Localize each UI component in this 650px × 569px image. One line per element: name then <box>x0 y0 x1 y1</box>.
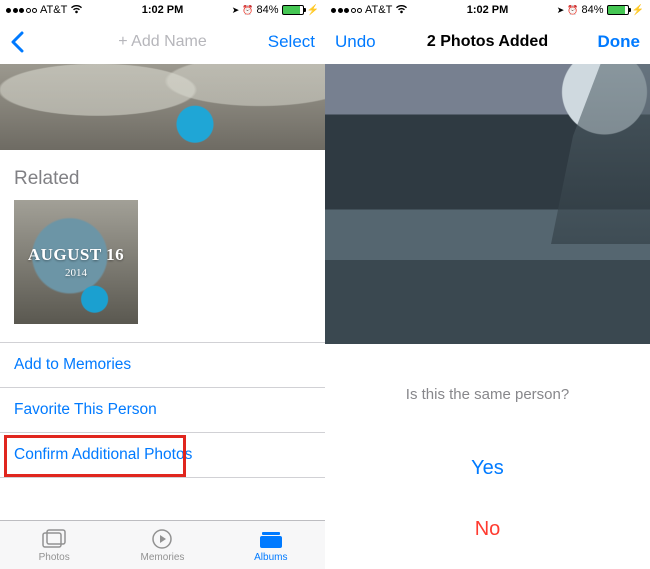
tab-label: Albums <box>254 552 287 563</box>
select-button[interactable]: Select <box>268 32 315 52</box>
charging-icon: ⚡ <box>307 5 319 16</box>
confirm-additional-photos-row[interactable]: Confirm Additional Photos <box>0 432 325 478</box>
confirm-prompt: Is this the same person? <box>325 386 650 403</box>
add-to-memories-row[interactable]: Add to Memories <box>0 342 325 387</box>
charging-icon: ⚡ <box>632 5 644 16</box>
related-memory-year: 2014 <box>65 267 87 279</box>
tab-label: Memories <box>141 552 185 563</box>
tab-photos[interactable]: Photos <box>0 521 108 569</box>
memories-tab-icon <box>150 528 174 550</box>
carrier-label: AT&T <box>40 4 67 16</box>
screen-person-detail: AT&T 1:02 PM ➤ ⏰ 84% ⚡ + Add Name Select… <box>0 0 325 569</box>
wifi-icon <box>70 4 83 17</box>
battery-icon <box>607 5 629 15</box>
undo-button[interactable]: Undo <box>335 32 376 52</box>
battery-icon <box>282 5 304 15</box>
related-memory-thumb[interactable]: AUGUST 16 2014 <box>14 200 138 324</box>
location-icon: ➤ <box>232 6 240 15</box>
confirm-yes-button[interactable]: Yes <box>325 457 650 480</box>
confirm-no-button[interactable]: No <box>325 518 650 541</box>
signal-strength-icon <box>6 8 37 13</box>
back-button[interactable] <box>10 31 24 53</box>
photos-tab-icon <box>42 528 66 550</box>
nav-bar: + Add Name Select <box>0 20 325 64</box>
person-photo-grid[interactable] <box>0 64 325 150</box>
nav-bar: Undo 2 Photos Added Done <box>325 20 650 64</box>
battery-pct: 84% <box>582 4 604 16</box>
tab-memories[interactable]: Memories <box>108 521 216 569</box>
tab-albums[interactable]: Albums <box>217 521 325 569</box>
location-icon: ➤ <box>557 6 565 15</box>
tab-label: Photos <box>39 552 70 563</box>
add-name-title[interactable]: + Add Name <box>80 33 245 51</box>
related-memory-date: AUGUST 16 <box>28 245 124 265</box>
alarm-icon: ⏰ <box>242 6 253 15</box>
signal-strength-icon <box>331 8 362 13</box>
battery-pct: 84% <box>257 4 279 16</box>
screen-confirm-photos: AT&T 1:02 PM ➤ ⏰ 84% ⚡ Undo 2 Photos Add… <box>325 0 650 569</box>
related-section-title: Related <box>0 150 325 200</box>
favorite-person-row[interactable]: Favorite This Person <box>0 387 325 432</box>
albums-tab-icon <box>259 528 283 550</box>
wifi-icon <box>395 4 408 17</box>
action-list: Add to Memories Favorite This Person Con… <box>0 342 325 478</box>
tab-bar: Photos Memories Albums <box>0 520 325 569</box>
candidate-photo <box>325 64 650 344</box>
photos-added-title: 2 Photos Added <box>405 33 570 51</box>
status-bar: AT&T 1:02 PM ➤ ⏰ 84% ⚡ <box>325 0 650 20</box>
status-bar: AT&T 1:02 PM ➤ ⏰ 84% ⚡ <box>0 0 325 20</box>
done-button[interactable]: Done <box>598 32 641 52</box>
carrier-label: AT&T <box>365 4 392 16</box>
alarm-icon: ⏰ <box>567 6 578 15</box>
